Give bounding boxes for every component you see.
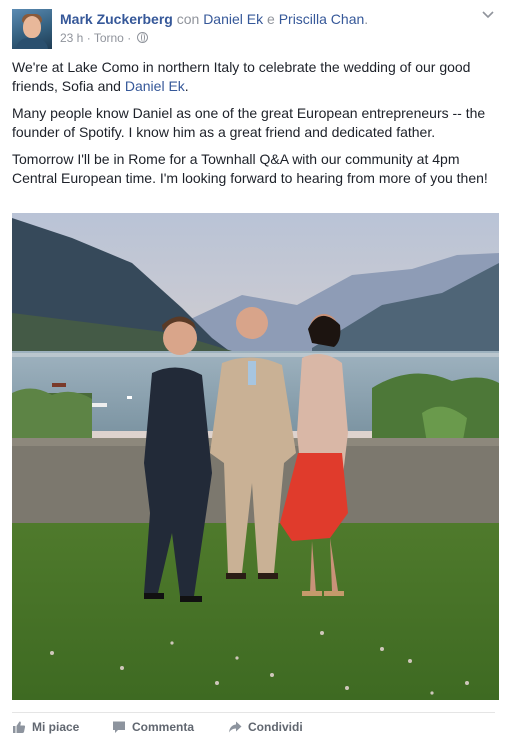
post-actions-bar: Mi piace Commenta Condividi xyxy=(12,712,495,741)
post-paragraph-2: Many people know Daniel as one of the gr… xyxy=(12,105,486,140)
globe-icon[interactable] xyxy=(136,32,148,43)
meta-separator-2: · xyxy=(127,31,132,45)
and-text: e xyxy=(267,11,275,27)
thumbs-up-icon xyxy=(13,721,26,733)
post-timestamp-link[interactable]: 23 h xyxy=(60,31,83,45)
daniel-ek-link[interactable]: Daniel Ek xyxy=(125,78,185,94)
comment-label: Commenta xyxy=(132,720,195,734)
post-title-line: Mark Zuckerberg con Daniel Ek e Priscill… xyxy=(60,11,368,28)
post-paragraph-3: Tomorrow I'll be in Rome for a Townhall … xyxy=(12,151,488,186)
post-photo[interactable] xyxy=(12,213,499,700)
comment-button[interactable]: Commenta xyxy=(112,718,194,736)
speech-bubble-icon xyxy=(113,721,125,733)
share-label: Condividi xyxy=(248,720,303,734)
post-location-link[interactable]: Torno xyxy=(94,31,124,45)
author-avatar[interactable] xyxy=(12,9,52,49)
title-period: . xyxy=(364,11,369,27)
avatar-face xyxy=(23,16,41,38)
tagged-person-link-2[interactable]: Priscilla Chan xyxy=(279,11,365,27)
chevron-down-icon[interactable] xyxy=(481,9,495,21)
paragraph-1-text: We're at Lake Como in northern Italy to … xyxy=(12,59,471,94)
share-button[interactable]: Condividi xyxy=(228,718,303,736)
like-label: Mi piace xyxy=(32,720,80,734)
post-header: Mark Zuckerberg con Daniel Ek e Priscill… xyxy=(12,9,495,49)
post-paragraph-1: We're at Lake Como in northern Italy to … xyxy=(12,58,497,96)
with-text: con xyxy=(176,11,200,27)
meta-separator: · xyxy=(86,31,91,45)
like-button[interactable]: Mi piace xyxy=(12,718,79,736)
post-meta: 23 h · Torno · xyxy=(60,31,148,45)
paragraph-1-end: . xyxy=(184,78,189,94)
share-arrow-icon xyxy=(229,721,242,733)
tagged-person-link[interactable]: Daniel Ek xyxy=(203,11,263,27)
wedding-photo-image xyxy=(12,213,499,700)
post-body: We're at Lake Como in northern Italy to … xyxy=(12,58,497,196)
author-name-link[interactable]: Mark Zuckerberg xyxy=(60,11,173,27)
avatar-shirt xyxy=(16,38,48,49)
post-card: Mark Zuckerberg con Daniel Ek e Priscill… xyxy=(0,0,507,744)
